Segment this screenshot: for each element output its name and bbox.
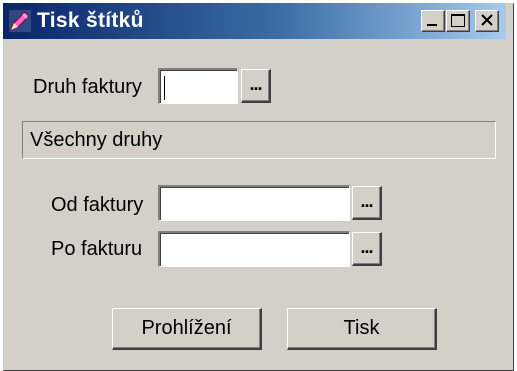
od-faktury-input[interactable] xyxy=(158,185,350,221)
browse-dots-label: ... xyxy=(360,191,373,211)
od-faktury-browse-button[interactable]: ... xyxy=(352,186,382,220)
maximize-button[interactable] xyxy=(446,10,470,32)
druh-description-text: Všechny druhy xyxy=(30,129,163,151)
title-bar[interactable]: Tisk štítků xyxy=(3,3,506,39)
minimize-button[interactable] xyxy=(421,10,445,32)
pencil-app-icon xyxy=(9,10,31,32)
po-fakturu-input[interactable] xyxy=(158,231,350,267)
print-button[interactable]: Tisk xyxy=(287,308,437,350)
close-icon xyxy=(481,14,493,26)
window-title: Tisk štítků xyxy=(37,9,144,32)
close-button[interactable] xyxy=(475,10,499,32)
druh-faktury-input[interactable] xyxy=(158,68,238,104)
text-caret xyxy=(164,76,165,100)
browse-dots-label: ... xyxy=(249,74,262,94)
druh-description-panel: Všechny druhy xyxy=(22,121,496,159)
browse-dots-label: ... xyxy=(360,237,373,257)
po-fakturu-label: Po fakturu xyxy=(51,238,143,260)
po-fakturu-browse-button[interactable]: ... xyxy=(352,232,382,266)
maximize-icon xyxy=(451,14,465,27)
od-faktury-label: Od faktury xyxy=(51,194,144,216)
preview-button[interactable]: Prohlížení xyxy=(112,308,262,350)
druh-faktury-label: Druh faktury xyxy=(33,76,142,98)
minimize-icon xyxy=(427,24,437,26)
druh-faktury-browse-button[interactable]: ... xyxy=(241,69,271,103)
